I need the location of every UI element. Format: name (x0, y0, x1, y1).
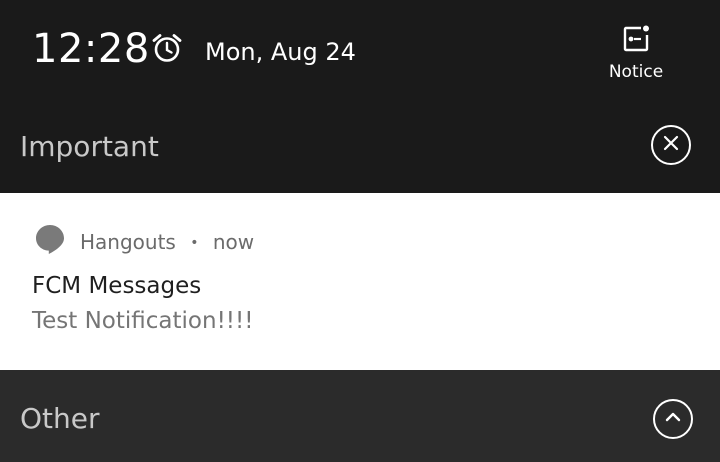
section-important: Important (0, 110, 720, 193)
status-header: 12:28 Mon, Aug 24 Notice (0, 0, 720, 110)
close-icon (662, 134, 680, 157)
notification-time: now (212, 230, 255, 254)
notification-shade: 12:28 Mon, Aug 24 Notice Important Hango… (0, 0, 720, 462)
section-title-other: Other (20, 402, 100, 435)
notification-title: FCM Messages (32, 273, 202, 299)
notification-text: Test Notification!!!! (32, 308, 254, 334)
hangouts-icon (34, 223, 66, 255)
notice-button[interactable]: Notice (600, 18, 672, 90)
notification-meta: Hangouts • now (80, 230, 254, 254)
app-name: Hangouts (80, 230, 176, 254)
section-other[interactable]: Other (0, 370, 720, 462)
meta-separator: • (190, 235, 199, 251)
dismiss-important-button[interactable] (651, 125, 691, 165)
expand-other-button[interactable] (653, 399, 693, 439)
notice-icon (619, 22, 653, 56)
clock[interactable]: 12:28 (32, 26, 150, 72)
notice-label: Notice (608, 62, 664, 82)
date[interactable]: Mon, Aug 24 (205, 38, 356, 66)
section-title-important: Important (20, 130, 159, 163)
notification-card[interactable]: Hangouts • now FCM Messages Test Notific… (0, 193, 720, 370)
alarm-clock-icon (150, 31, 184, 65)
chevron-up-icon (664, 408, 682, 431)
